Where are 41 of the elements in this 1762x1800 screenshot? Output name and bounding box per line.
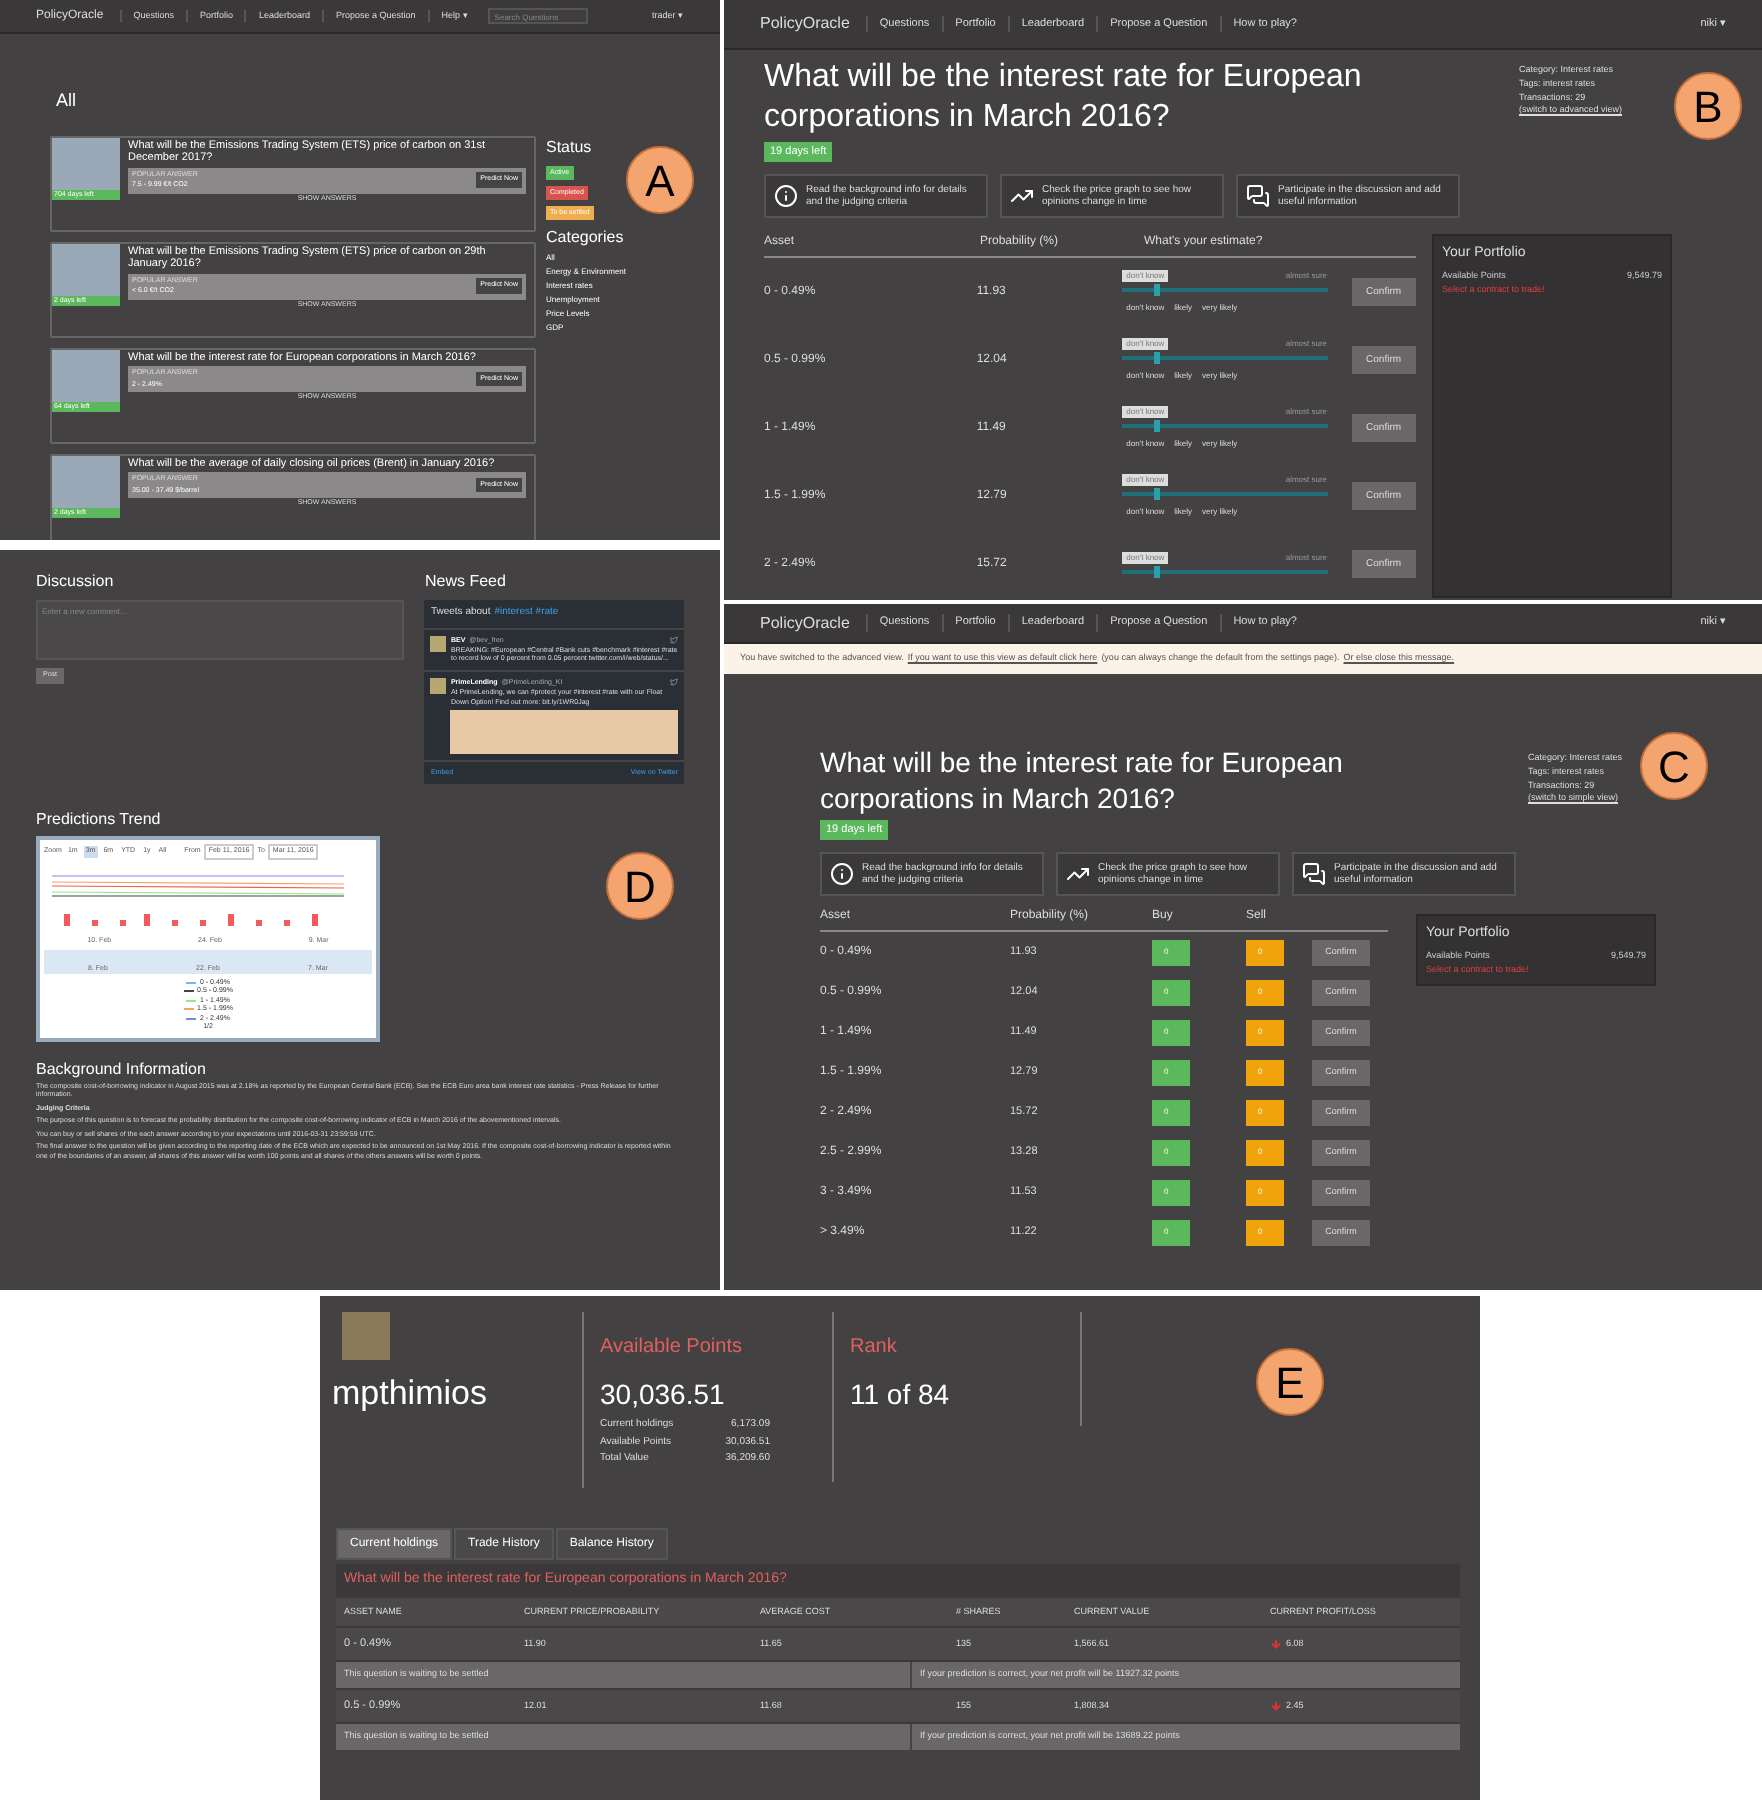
avatar-placeholder (430, 635, 447, 651)
down-arrow-icon (1270, 1638, 1282, 1651)
points-heading: Available Points (600, 1334, 744, 1362)
chat-icon (1246, 184, 1270, 209)
brand-link[interactable]: PolicyOracle (760, 611, 850, 635)
rank-heading: Rank (850, 1334, 899, 1362)
avatar-placeholder (342, 1312, 390, 1360)
panel-letter-badge: C (1640, 732, 1708, 800)
info-icon (774, 184, 798, 209)
section-heading: News Feed (424, 570, 508, 594)
panel-letter-badge: B (1674, 72, 1742, 140)
page-heading: All (56, 88, 79, 114)
panel-letter-badge: A (626, 146, 694, 214)
username: mpthimios (332, 1372, 489, 1416)
section-heading: Background Information (36, 1057, 208, 1081)
rank-value: 11 of 84 (850, 1376, 952, 1414)
section-heading: Predictions Trend (36, 808, 163, 833)
bird-icon (670, 678, 678, 687)
status-heading: Status (546, 135, 592, 159)
bird-icon (670, 636, 678, 645)
avatar-placeholder (430, 677, 447, 694)
slider-thumb[interactable] (1153, 565, 1159, 578)
photo-placeholder (52, 349, 120, 401)
slider-thumb[interactable] (1153, 284, 1159, 297)
info-icon (830, 862, 854, 887)
slider-thumb[interactable] (1153, 420, 1159, 433)
points-value: 30,036.51 (600, 1376, 727, 1414)
slider-thumb[interactable] (1153, 488, 1159, 501)
panel-letter-badge: E (1256, 1348, 1324, 1416)
photo-placeholder (52, 137, 120, 189)
photo-placeholder (52, 243, 120, 295)
photo-placeholder (52, 455, 120, 507)
panel-letter-badge: D (606, 852, 674, 920)
question-title: What will be the interest rate for European corporations in March 2016? (820, 746, 1345, 816)
categories-heading: Categories (546, 226, 624, 251)
down-arrow-icon (1270, 1700, 1282, 1713)
chat-icon (1302, 862, 1326, 887)
slider-thumb[interactable] (1153, 352, 1159, 365)
brand-link[interactable]: PolicyOracle (760, 12, 850, 36)
question-title: What will be the interest rate for European corporations in March 2016? (764, 58, 1364, 138)
section-heading: Discussion (36, 570, 116, 594)
